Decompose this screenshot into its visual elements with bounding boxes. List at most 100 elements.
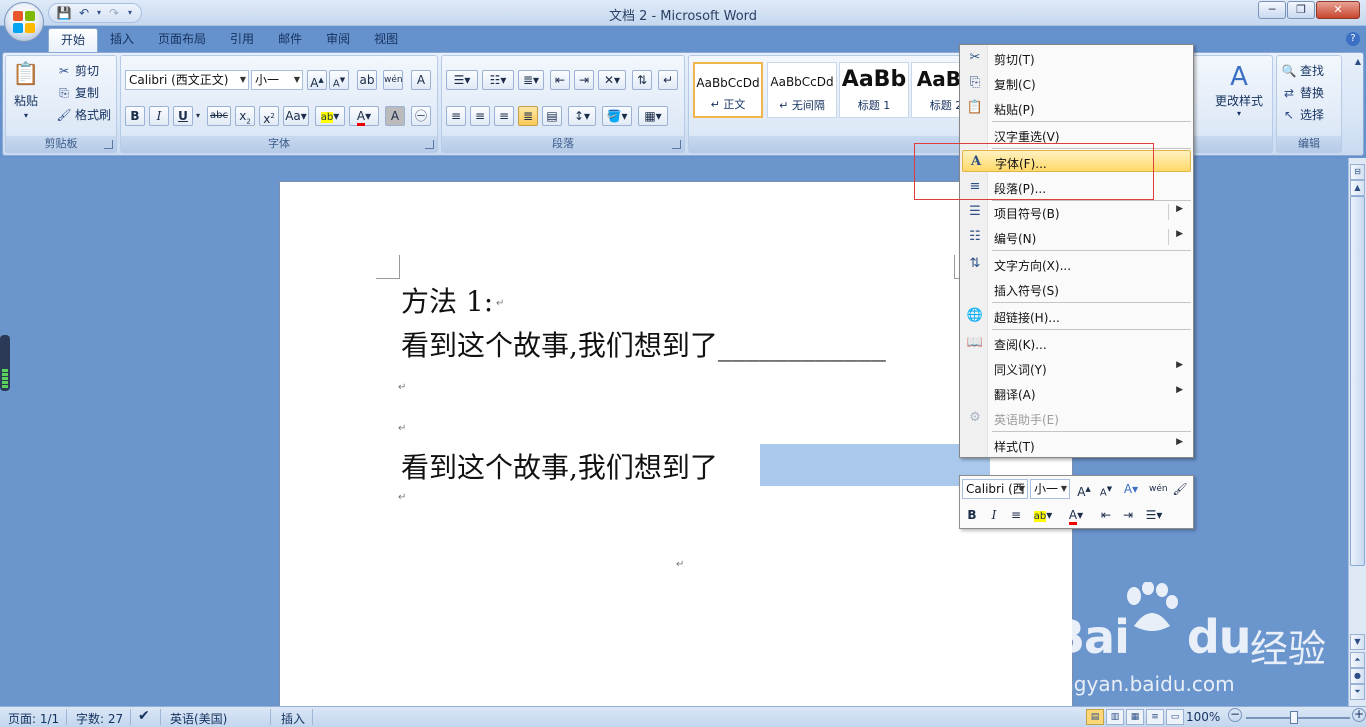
menu-item-bullets[interactable]: ☰ 项目符号(B) ▶ <box>962 201 1191 223</box>
scroll-up-icon[interactable]: ▲ <box>1350 180 1365 196</box>
show-marks-icon[interactable]: ↵ <box>658 70 678 90</box>
line-spacing-icon[interactable]: ↕▾ <box>568 106 596 126</box>
prev-page-icon[interactable]: ⏶ <box>1350 652 1365 668</box>
tab-mailings[interactable]: 邮件 <box>266 28 314 52</box>
chevron-down-icon[interactable]: ▾ <box>193 106 203 126</box>
vertical-scrollbar[interactable]: ⊟ ▲ ▼ ⏶ ● ⏷ <box>1348 158 1366 706</box>
clear-format-icon[interactable]: ab <box>357 70 377 90</box>
font-dialog-launcher[interactable] <box>425 140 434 149</box>
increase-indent-icon[interactable]: ⇥ <box>574 70 594 90</box>
grow-font-icon[interactable]: A▲ <box>307 70 327 90</box>
draft-view-icon[interactable]: ▭ <box>1166 709 1184 725</box>
enclose-char-icon[interactable]: ㊀ <box>411 106 431 126</box>
justify-icon[interactable]: ≣ <box>518 106 538 126</box>
underline-icon[interactable]: U <box>173 106 193 126</box>
zoom-out-icon[interactable]: − <box>1228 708 1242 722</box>
select-button[interactable]: ↖ 选择 <box>1281 106 1324 123</box>
increase-indent-icon[interactable]: ⇥ <box>1118 505 1138 525</box>
format-painter-button[interactable]: 🖌 格式刷 <box>56 106 111 123</box>
bold-icon[interactable]: B <box>125 106 145 126</box>
collapse-ribbon-icon[interactable]: ▲ <box>1355 57 1361 66</box>
restore-button[interactable]: ❐ <box>1287 1 1315 19</box>
style-tile-normal[interactable]: AaBbCcDd ↵ 正文 <box>693 62 763 118</box>
scroll-thumb[interactable] <box>1350 196 1365 566</box>
web-layout-icon[interactable]: ▦ <box>1126 709 1144 725</box>
multilevel-list-icon[interactable]: ≣▾ <box>518 70 544 90</box>
ruler-toggle-icon[interactable]: ⊟ <box>1350 164 1365 180</box>
scroll-down-icon[interactable]: ▼ <box>1350 634 1365 650</box>
zoom-slider[interactable] <box>1246 717 1350 719</box>
change-case-icon[interactable]: Aa▾ <box>283 106 309 126</box>
menu-item-copy[interactable]: ⎘ 复制(C) <box>962 72 1191 94</box>
phonetic-guide-icon[interactable]: wén <box>1148 479 1168 499</box>
shrink-font-icon[interactable]: A▼ <box>329 70 349 90</box>
menu-item-cut[interactable]: ✂ 剪切(T) <box>962 47 1191 69</box>
change-styles-button[interactable]: A 更改样式 ▾ <box>1215 62 1263 118</box>
menu-item-translate[interactable]: 翻译(A) ▶ <box>962 382 1191 404</box>
decrease-indent-icon[interactable]: ⇤ <box>550 70 570 90</box>
shading-icon[interactable]: 🪣▾ <box>602 106 632 126</box>
tab-review[interactable]: 审阅 <box>314 28 362 52</box>
cut-button[interactable]: ✂ 剪切 <box>56 62 99 79</box>
shrink-font-icon[interactable]: A▼ <box>1096 479 1116 499</box>
decrease-indent-icon[interactable]: ⇤ <box>1096 505 1116 525</box>
menu-item-synonyms[interactable]: 同义词(Y) ▶ <box>962 357 1191 379</box>
highlight-icon[interactable]: ab▾ <box>315 106 345 126</box>
phonetic-guide-icon[interactable]: wén <box>383 70 403 90</box>
print-layout-view-icon[interactable]: ▤ <box>1086 709 1104 725</box>
doc-line-3[interactable]: 看到这个故事,我们想到了 <box>401 446 718 486</box>
replace-button[interactable]: ⇄ 替换 <box>1281 84 1324 101</box>
center-icon[interactable]: ≡ <box>1006 505 1026 525</box>
minimize-button[interactable]: ─ <box>1258 1 1286 19</box>
numbering-icon[interactable]: ☷▾ <box>482 70 514 90</box>
next-page-icon[interactable]: ⏷ <box>1350 684 1365 700</box>
bullets-icon[interactable]: ☰▾ <box>446 70 478 90</box>
bullets-icon[interactable]: ☰▾ <box>1140 505 1168 525</box>
close-button[interactable]: ✕ <box>1316 1 1360 19</box>
style-tile-no-spacing[interactable]: AaBbCcDd ↵ 无间隔 <box>767 62 837 118</box>
find-button[interactable]: 🔍 查找 <box>1281 62 1325 79</box>
menu-item-numbering[interactable]: ☷ 编号(N) ▶ <box>962 226 1191 248</box>
font-color-icon[interactable]: A▾ <box>1062 505 1090 525</box>
browse-object-icon[interactable]: ● <box>1350 668 1365 684</box>
font-size-combo[interactable]: 小一 ▼ <box>251 70 303 90</box>
document-page[interactable]: 方法 1: ↵ 看到这个故事,我们想到了____________ ↵ ↵ 看到这… <box>279 181 1073 707</box>
align-right-icon[interactable]: ≡ <box>494 106 514 126</box>
mini-font-name-combo[interactable]: Calibri (西 ▼ <box>962 479 1028 499</box>
char-border-icon[interactable]: A <box>411 70 431 90</box>
style-tile-heading-1[interactable]: AaBb 标题 1 <box>839 62 909 118</box>
outline-view-icon[interactable]: ≡ <box>1146 709 1164 725</box>
borders-icon[interactable]: ▦▾ <box>638 106 668 126</box>
bold-icon[interactable]: B <box>962 505 982 525</box>
tab-insert[interactable]: 插入 <box>98 28 146 52</box>
grow-font-icon[interactable]: A▲ <box>1074 479 1094 499</box>
status-page[interactable]: 页面: 1/1 <box>8 710 59 727</box>
zoom-slider-thumb[interactable] <box>1290 711 1298 724</box>
paragraph-dialog-launcher[interactable] <box>672 140 681 149</box>
help-icon[interactable]: ? <box>1346 32 1360 46</box>
office-button[interactable] <box>4 2 44 42</box>
zoom-level[interactable]: 100% <box>1186 710 1220 724</box>
tab-home[interactable]: 开始 <box>48 28 99 52</box>
copy-button[interactable]: ⎘ 复制 <box>56 84 99 101</box>
tab-references[interactable]: 引用 <box>218 28 266 52</box>
full-screen-reading-icon[interactable]: ▥ <box>1106 709 1124 725</box>
font-name-combo[interactable]: Calibri (西文正文) ▼ <box>125 70 249 90</box>
mini-font-size-combo[interactable]: 小一 ▼ <box>1030 479 1070 499</box>
char-shading-icon[interactable]: A <box>385 106 405 126</box>
menu-item-paste[interactable]: 📋 粘贴(P) <box>962 97 1191 119</box>
menu-item-hyperlink[interactable]: 🌐 超链接(H)... <box>962 305 1191 327</box>
distribute-icon[interactable]: ▤ <box>542 106 562 126</box>
align-left-icon[interactable]: ≡ <box>446 106 466 126</box>
doc-line-1[interactable]: 方法 1: <box>401 280 493 320</box>
font-color-icon[interactable]: A▾ <box>349 106 379 126</box>
menu-item-styles[interactable]: 样式(T) ▶ <box>962 434 1191 456</box>
strikethrough-icon[interactable]: abc <box>207 106 231 126</box>
doc-line-2[interactable]: 看到这个故事,我们想到了____________ <box>401 324 886 364</box>
align-center-icon[interactable]: ≡ <box>470 106 490 126</box>
styles-icon[interactable]: A▾ <box>1118 479 1144 499</box>
menu-item-lookup[interactable]: 📖 查阅(K)... <box>962 332 1191 354</box>
tab-page-layout[interactable]: 页面布局 <box>146 28 218 52</box>
proofing-icon[interactable]: ✔ <box>138 708 150 724</box>
sort-icon[interactable]: ⇅ <box>632 70 652 90</box>
